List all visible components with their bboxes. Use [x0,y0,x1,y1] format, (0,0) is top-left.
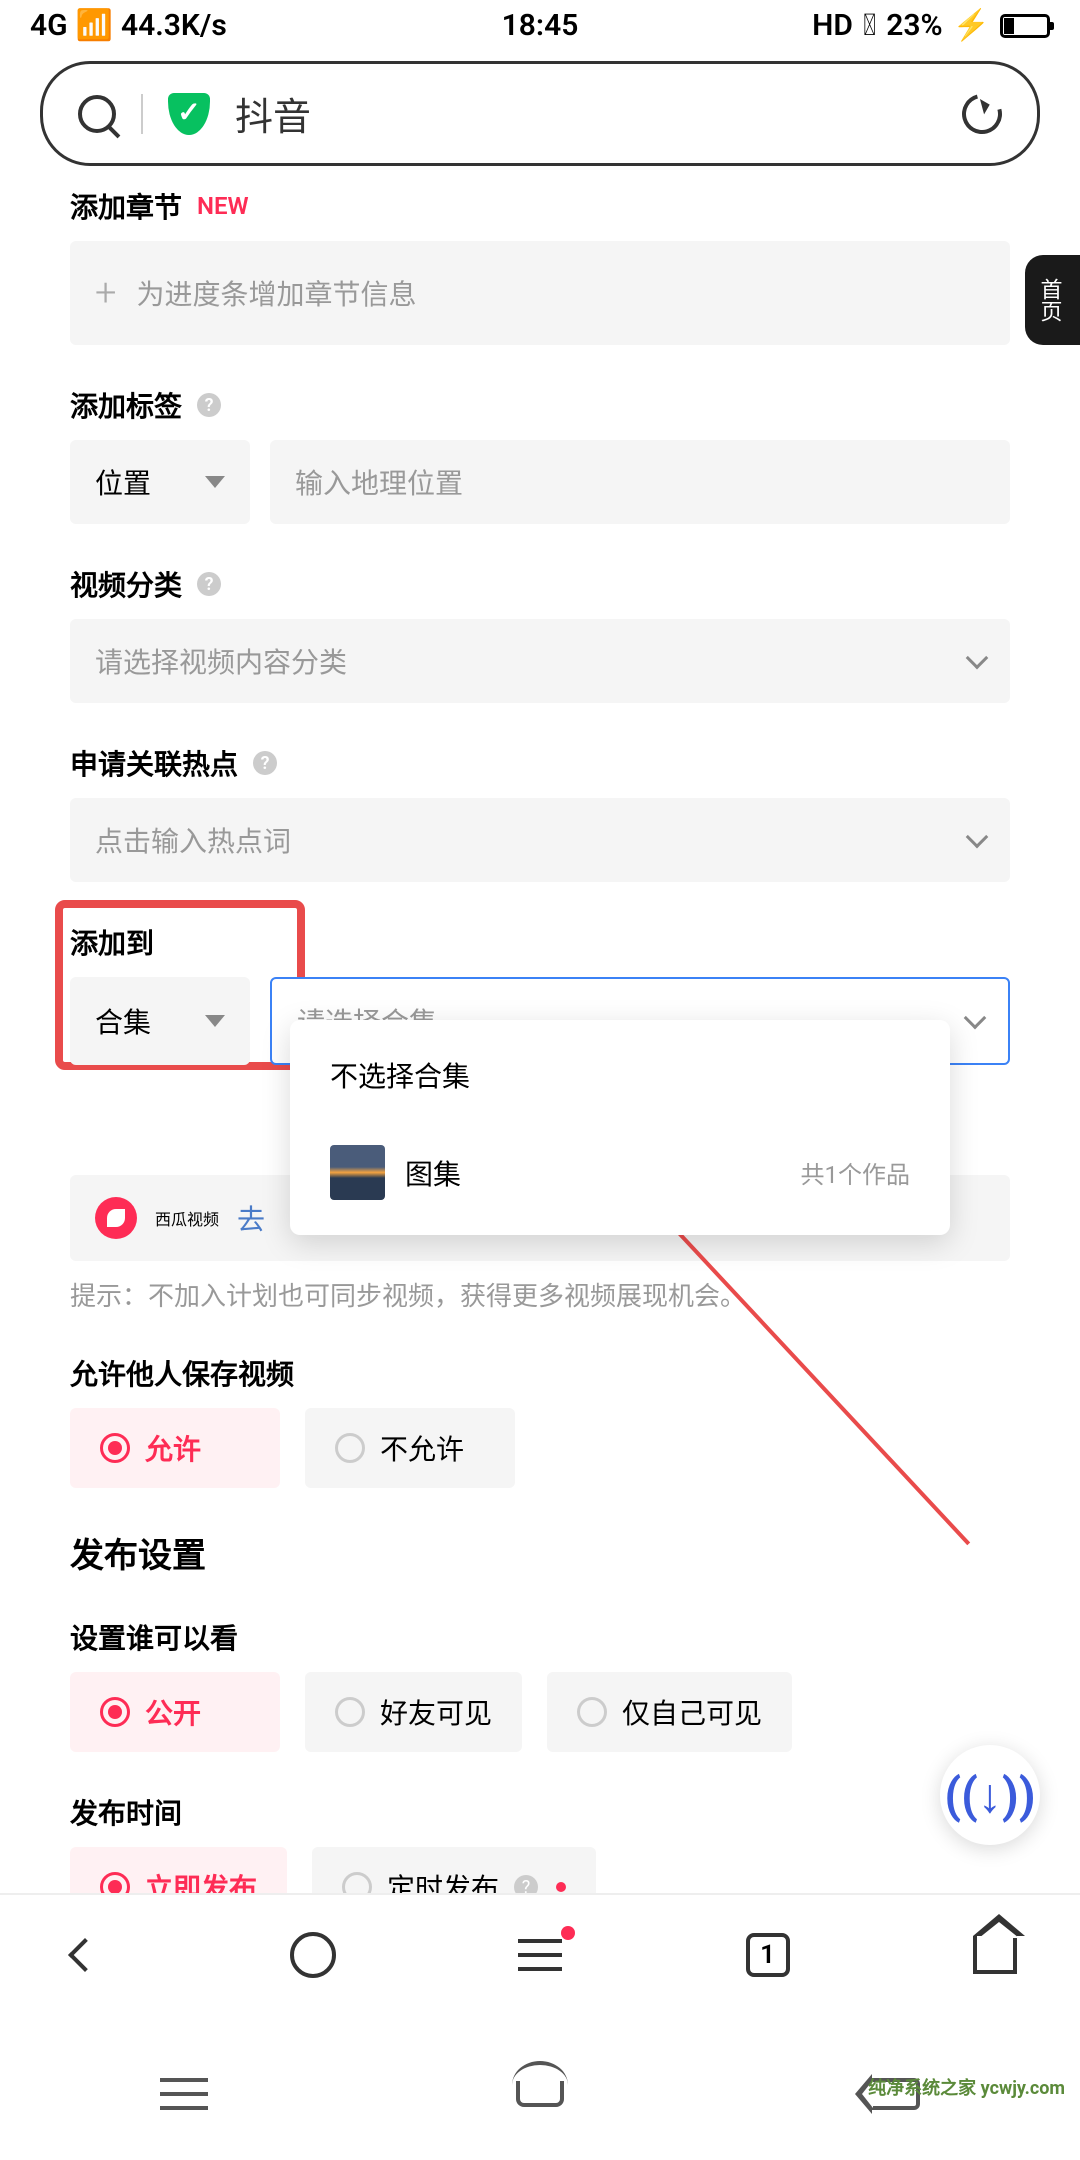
system-home-button[interactable] [516,2081,564,2107]
visibility-title: 设置谁可以看 [70,1617,1010,1657]
hotspot-title: 申请关联热点 ? [70,743,1010,783]
side-tab-stub[interactable]: 首页 [1025,255,1080,345]
add-chapter-button[interactable]: + 为进度条增加章节信息 [70,241,1010,345]
network-type: 4G [30,8,68,43]
help-icon[interactable]: ? [197,393,221,417]
radio-icon [335,1697,365,1727]
browser-nav-bar: 1 [0,1893,1080,2015]
chevron-down-icon [205,1015,225,1027]
notification-dot-icon [561,1926,575,1940]
system-menu-button[interactable] [160,2078,208,2110]
xigua-icon [95,1197,137,1239]
menu-item-collection[interactable]: 图集 共1个作品 [290,1120,950,1225]
category-title: 视频分类 ? [70,564,1010,604]
radio-icon [335,1433,365,1463]
signal-icon: 📶 [76,8,113,43]
collection-dropdown-menu: 不选择合集 图集 共1个作品 [290,1020,950,1235]
radio-icon [100,1433,130,1463]
home-icon [516,2081,564,2107]
addto-title: 添加到 [70,922,1010,962]
nav-tabs-button[interactable]: 1 [743,1930,793,1980]
radio-icon [100,1697,130,1727]
floating-sync-button[interactable]: ((↓)) [940,1745,1040,1845]
chevron-down-icon [966,826,989,849]
divider [141,94,143,134]
addto-type-dropdown[interactable]: 合集 [70,977,250,1065]
red-dot-icon [556,1882,566,1892]
radio-allow[interactable]: 允许 [70,1408,280,1488]
charging-icon: ⚡ [953,8,990,43]
location-type-dropdown[interactable]: 位置 [70,440,250,524]
shield-verified-icon [168,93,210,135]
menu-item-none[interactable]: 不选择合集 [290,1030,950,1120]
url-bar[interactable]: 抖音 [40,61,1040,166]
location-input[interactable]: 输入地理位置 [270,440,1010,524]
help-icon[interactable]: ? [253,751,277,775]
tags-title: 添加标签 ? [70,385,1010,425]
save-title: 允许他人保存视频 [70,1353,1010,1393]
plus-icon: + [95,271,116,315]
new-badge: NEW [197,192,249,220]
hd-indicator: HD [812,8,853,43]
nav-back-button[interactable] [60,1930,110,1980]
chevron-down-icon [205,476,225,488]
chevron-left-icon [68,1938,102,1972]
radio-private[interactable]: 仅自己可见 [547,1672,792,1752]
chapter-title: 添加章节 NEW [70,186,1010,226]
wifi-icon: 􀙇 [863,8,876,43]
hotspot-input[interactable]: 点击输入热点词 [70,798,1010,882]
publish-time-title: 发布时间 [70,1792,1010,1832]
publish-header: 发布设置 [70,1528,1010,1577]
chevron-down-icon [964,1007,987,1030]
url-text[interactable]: 抖音 [235,86,937,141]
search-icon[interactable] [78,95,116,133]
radio-public[interactable]: 公开 [70,1672,280,1752]
battery-percent: 23% [886,8,942,43]
status-bar: 4G 📶 44.3K/s 18:45 HD 􀙇 23% ⚡ [0,0,1080,51]
help-icon[interactable]: ? [197,572,221,596]
sync-hint: 提示：不加入计划也可同步视频，获得更多视频展现机会。 [70,1276,1010,1313]
sync-link[interactable]: 去 [237,1198,265,1238]
refresh-icon[interactable] [955,86,1010,141]
radio-friends[interactable]: 好友可见 [305,1672,522,1752]
radio-icon [577,1697,607,1727]
battery-icon [1000,14,1050,38]
tabs-icon: 1 [746,1933,790,1977]
category-dropdown[interactable]: 请选择视频内容分类 [70,619,1010,703]
watermark: 纯净系统之家 ycwjy.com [868,2078,1065,2100]
chevron-down-icon [966,647,989,670]
network-speed: 44.3K/s [121,8,227,43]
clock: 18:45 [370,8,710,43]
menu-icon [518,1939,562,1971]
search-icon [290,1932,336,1978]
radio-deny[interactable]: 不允许 [305,1408,515,1488]
nav-search-button[interactable] [288,1930,338,1980]
menu-icon [160,2078,208,2110]
nav-home-button[interactable] [970,1930,1020,1980]
home-icon [973,1936,1017,1974]
thumbnail-icon [330,1145,385,1200]
nav-menu-button[interactable] [515,1930,565,1980]
